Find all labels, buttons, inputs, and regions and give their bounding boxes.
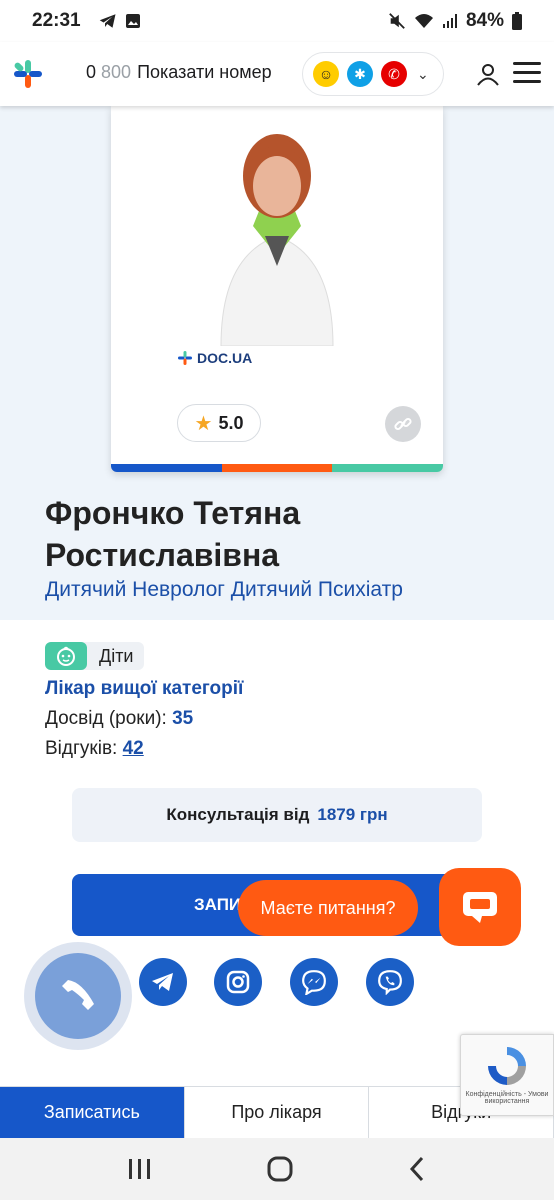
signal-icon xyxy=(442,14,457,28)
system-navigation-bar xyxy=(0,1138,554,1200)
home-icon[interactable] xyxy=(266,1155,294,1183)
chat-prompt-bubble[interactable]: Маєте питання? xyxy=(238,880,418,936)
doctor-category[interactable]: Лікар вищої категорії xyxy=(45,678,243,700)
reviews-row: Відгуків: 42 xyxy=(45,738,144,760)
lifecell-icon: ☺ xyxy=(313,61,339,87)
chat-button[interactable] xyxy=(439,868,521,946)
chat-icon xyxy=(463,892,497,923)
baby-face-icon xyxy=(45,642,87,670)
status-right: 84% xyxy=(388,10,522,32)
mute-icon xyxy=(389,13,405,29)
messenger-icon xyxy=(302,970,326,995)
site-header: 0 800 Показати номер ☺ ✱ ✆ ⌄ xyxy=(0,42,554,106)
vodafone-icon: ✆ xyxy=(381,61,407,87)
telegram-button[interactable] xyxy=(139,958,187,1006)
doctor-name: Фрончко Тетяна Ростиславівна xyxy=(45,495,301,573)
chevron-down-icon: ⌄ xyxy=(417,65,429,82)
recaptcha-text: Конфіденційність - Умови використання xyxy=(465,1091,549,1105)
stripe-green xyxy=(332,464,443,472)
experience-label: Досвід (роки): xyxy=(45,708,167,729)
hamburger-menu-icon[interactable] xyxy=(513,62,541,84)
instagram-icon xyxy=(226,970,250,994)
status-bar: 22:31 84% xyxy=(0,0,554,42)
tab-about-doctor[interactable]: Про лікаря xyxy=(185,1087,370,1138)
recent-apps-icon[interactable] xyxy=(127,1157,153,1181)
stripe-blue xyxy=(111,464,222,472)
recaptcha-badge[interactable]: Конфіденційність - Умови використання xyxy=(460,1034,554,1116)
docua-watermark-text: DOC.UA xyxy=(197,350,253,366)
consultation-price-box: Консультація від 1879 грн xyxy=(72,788,482,842)
consultation-label: Консультація від xyxy=(166,805,310,824)
reviews-count-link[interactable]: 42 xyxy=(123,738,144,759)
children-tag: Діти xyxy=(45,642,144,670)
docua-watermark: DOC.UA xyxy=(177,350,252,366)
doctor-hero: DOC.UA ★ 5.0 Фрончко Тетяна Ростиславівн… xyxy=(0,106,554,620)
call-button[interactable] xyxy=(35,953,121,1039)
viber-button[interactable] xyxy=(366,958,414,1006)
stripe-orange xyxy=(221,464,333,472)
recaptcha-icon xyxy=(488,1047,526,1085)
docua-logo-icon[interactable] xyxy=(12,58,44,90)
telegram-notification-icon xyxy=(99,14,116,28)
consultation-price: 1879 грн xyxy=(317,805,388,824)
show-number-link[interactable]: Показати номер xyxy=(137,62,272,83)
rating-badge[interactable]: ★ 5.0 xyxy=(177,404,261,442)
phone-icon xyxy=(62,980,94,1010)
phone-prefix: 0 800 xyxy=(86,62,132,82)
kyivstar-icon: ✱ xyxy=(347,61,373,87)
messenger-button[interactable] xyxy=(290,958,338,1006)
experience-row: Досвід (роки): 35 xyxy=(45,708,193,730)
back-icon[interactable] xyxy=(407,1155,427,1183)
docua-mini-logo-icon xyxy=(178,351,192,365)
status-left: 22:31 xyxy=(32,10,141,32)
copy-link-button[interactable] xyxy=(385,406,421,442)
battery-icon xyxy=(512,12,522,30)
doctor-card: DOC.UA ★ 5.0 xyxy=(111,106,443,472)
wifi-icon xyxy=(414,14,433,28)
star-icon: ★ xyxy=(194,412,213,435)
user-icon[interactable] xyxy=(476,62,500,86)
doctor-photo xyxy=(181,106,373,346)
doctor-specialty[interactable]: Дитячий Невролог Дитячий Психіатр xyxy=(45,578,403,602)
card-color-stripe xyxy=(111,464,443,472)
phone-reveal[interactable]: 0 800 Показати номер xyxy=(86,62,272,83)
gallery-notification-icon xyxy=(125,14,140,28)
rating-value: 5.0 xyxy=(218,412,244,433)
tab-book[interactable]: Записатись xyxy=(0,1087,185,1138)
viber-icon xyxy=(378,970,402,995)
chat-prompt-text: Маєте питання? xyxy=(260,897,396,918)
link-icon xyxy=(394,417,412,431)
battery-level: 84% xyxy=(465,10,504,31)
operator-selector[interactable]: ☺ ✱ ✆ ⌄ xyxy=(302,52,444,96)
telegram-icon xyxy=(152,973,173,991)
instagram-button[interactable] xyxy=(214,958,262,1006)
reviews-label: Відгуків: xyxy=(45,738,118,759)
status-time: 22:31 xyxy=(32,10,81,31)
experience-value: 35 xyxy=(172,708,194,729)
children-tag-label: Діти xyxy=(99,645,134,666)
book-button-label: ЗАПИ xyxy=(194,895,242,914)
